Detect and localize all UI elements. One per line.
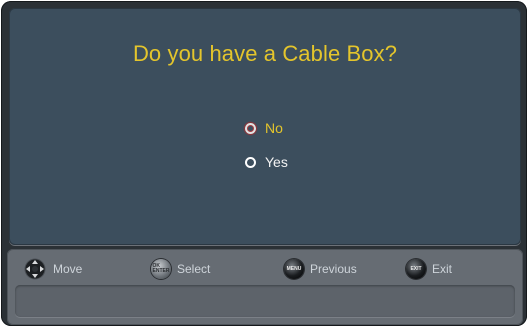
hint-move: Move [23, 257, 82, 281]
hint-previous: MENU Previous [284, 257, 357, 281]
footer-bar: Move OK ENTER Select MENU Previous EXIT E… [7, 249, 523, 325]
hint-previous-label: Previous [310, 262, 357, 276]
option-yes[interactable]: Yes [245, 152, 288, 172]
key-hints: Move OK ENTER Select MENU Previous EXIT E… [7, 257, 523, 281]
dialog-title: Do you have a Cable Box? [132, 41, 398, 66]
exit-button-icon: EXIT [406, 259, 426, 279]
radio-unselected-icon [245, 156, 256, 168]
hint-select-label: Select [177, 262, 211, 276]
option-no-label: No [265, 120, 283, 136]
option-no[interactable]: No [245, 118, 283, 138]
ok-enter-button-icon: OK ENTER [151, 259, 171, 279]
menu-button-icon: MENU [284, 259, 304, 279]
hint-exit-label: Exit [432, 262, 453, 276]
message-bar [15, 285, 515, 317]
option-yes-label: Yes [265, 154, 288, 170]
radio-selected-icon [245, 122, 256, 134]
dialog-panel: Do you have a Cable Box? No Yes [9, 8, 521, 245]
hint-exit: EXIT Exit [406, 257, 452, 281]
tv-menu-frame: Do you have a Cable Box? No Yes Move OK … [1, 1, 527, 326]
dpad-icon [23, 258, 47, 280]
hint-select: OK ENTER Select [151, 257, 210, 281]
hint-move-label: Move [53, 262, 83, 276]
